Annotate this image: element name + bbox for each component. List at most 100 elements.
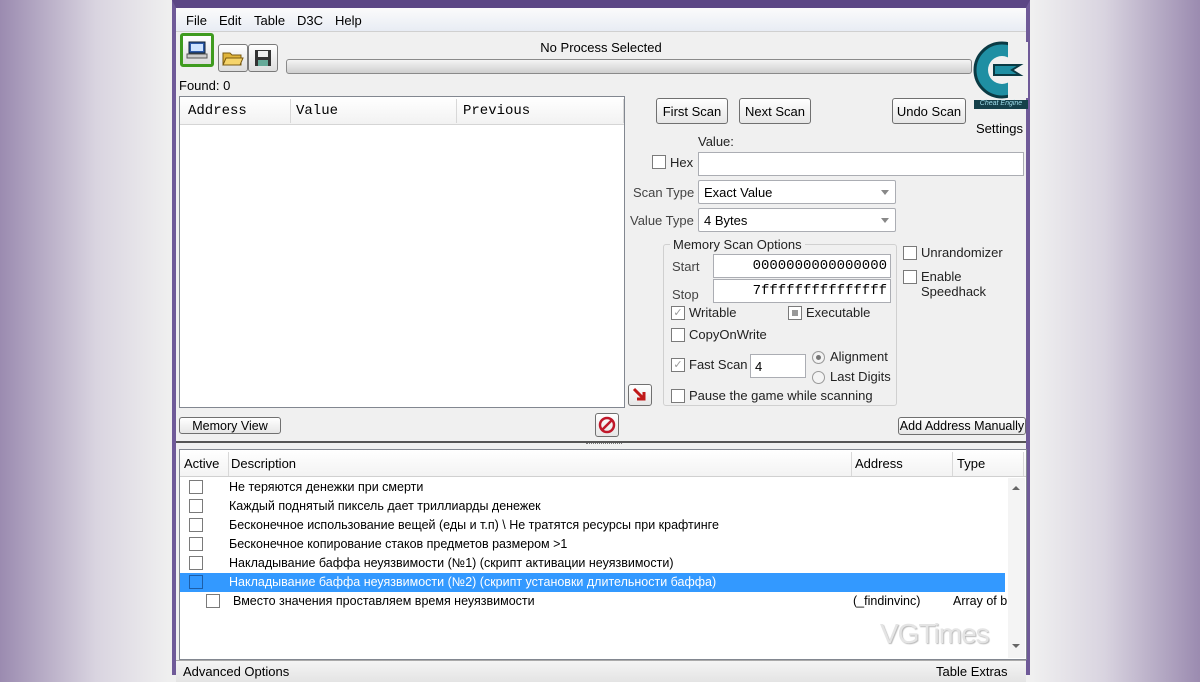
unrandomizer-label: Unrandomizer [921, 245, 1003, 260]
scan-results-list[interactable]: Address Value Previous [179, 96, 625, 408]
value-label: Value: [698, 134, 734, 149]
advanced-options-link[interactable]: Advanced Options [183, 664, 289, 679]
active-checkbox[interactable] [189, 575, 203, 589]
next-scan-button[interactable]: Next Scan [739, 98, 811, 124]
table-row-selected[interactable]: Накладывание баффа неуязвимости (№2) (ск… [180, 573, 1005, 592]
process-label: No Process Selected [540, 40, 662, 55]
menu-edit[interactable]: Edit [219, 13, 241, 28]
col-address[interactable]: Address [188, 103, 247, 119]
start-label: Start [672, 259, 700, 274]
table-row[interactable]: Вместо значения проставляем время неуязв… [180, 592, 1008, 611]
hex-label: Hex [670, 155, 694, 170]
undo-scan-button[interactable]: Undo Scan [892, 98, 966, 124]
logo-text: Cheat Engine [979, 100, 1023, 107]
status-bar: Advanced Options Table Extras [176, 660, 1026, 682]
alignment-label: Alignment [830, 349, 888, 364]
stop-address-input[interactable]: 7fffffffffffffff [713, 279, 891, 303]
cheat-engine-logo[interactable]: Cheat Engine [970, 34, 1031, 120]
writable-checkbox[interactable]: ✓ [671, 306, 685, 320]
menu-file[interactable]: File [186, 13, 207, 28]
col-address[interactable]: Address [855, 456, 903, 471]
watermark: VGTimes [880, 618, 990, 649]
pause-game-checkbox[interactable] [671, 389, 685, 403]
active-checkbox[interactable] [189, 480, 203, 494]
col-description[interactable]: Description [231, 456, 296, 471]
fast-scan-checkbox[interactable]: ✓ [671, 358, 685, 372]
scan-type-label: Scan Type [633, 185, 695, 200]
row-description: Накладывание баффа неуязвимости (№2) (ск… [229, 575, 717, 589]
cheat-table: Active Description Address Type Не теряю… [179, 449, 1027, 660]
vertical-scrollbar[interactable] [1008, 478, 1025, 658]
menu-d3c[interactable]: D3C [297, 13, 323, 28]
menu-bar: File Edit Table D3C Help [176, 8, 1026, 32]
start-address-input[interactable]: 0000000000000000 [713, 254, 891, 278]
chevron-down-icon [881, 218, 889, 223]
active-checkbox[interactable] [189, 518, 203, 532]
active-checkbox[interactable] [189, 499, 203, 513]
stop-clear-button[interactable] [595, 413, 619, 437]
menu-help[interactable]: Help [335, 13, 362, 28]
hex-checkbox[interactable] [652, 155, 666, 169]
scan-progress-bar [286, 59, 972, 74]
row-type: Array of b [953, 594, 1008, 608]
row-description: Вместо значения проставляем время неуязв… [233, 594, 535, 608]
col-value[interactable]: Value [296, 103, 338, 119]
scan-type-select[interactable]: Exact Value [698, 180, 896, 204]
cheat-table-header: Active Description Address Type [180, 450, 1026, 477]
last-digits-label: Last Digits [830, 369, 891, 384]
table-row[interactable]: Накладывание баффа неуязвимости (№1) (ск… [180, 554, 1005, 573]
scan-type-value: Exact Value [704, 185, 773, 200]
add-address-manually-button[interactable]: Add Address Manually [898, 417, 1026, 435]
add-selected-to-list-button[interactable] [628, 384, 652, 406]
memory-view-button[interactable]: Memory View [179, 417, 281, 434]
first-scan-button[interactable]: First Scan [656, 98, 728, 124]
chevron-down-icon [881, 190, 889, 195]
value-type-value: 4 Bytes [704, 213, 748, 228]
table-row[interactable]: Каждый поднятый пиксель дает триллиарды … [180, 497, 1005, 516]
col-previous[interactable]: Previous [463, 103, 530, 119]
active-checkbox[interactable] [206, 594, 220, 608]
row-description: Бесконечное использование вещей (еды и т… [229, 518, 719, 532]
unrandomizer-checkbox[interactable] [903, 246, 917, 260]
row-address: (_findinvinc) [853, 594, 921, 608]
stop-label: Stop [672, 287, 699, 302]
results-header: Address Value Previous [180, 97, 624, 125]
active-checkbox[interactable] [189, 537, 203, 551]
splitter-grip[interactable] [586, 443, 622, 446]
red-arrow-down-right-icon [632, 387, 646, 401]
found-count: Found: 0 [179, 78, 231, 93]
value-input[interactable] [698, 152, 1024, 176]
row-description: Каждый поднятый пиксель дает триллиарды … [229, 499, 541, 513]
alignment-radio[interactable] [812, 351, 825, 364]
row-description: Бесконечное копирование стаков предметов… [229, 537, 568, 551]
table-row[interactable]: Бесконечное использование вещей (еды и т… [180, 516, 1005, 535]
executable-label: Executable [806, 305, 871, 320]
table-row[interactable]: Не теряются денежки при смерти [180, 478, 1005, 497]
executable-checkbox[interactable] [788, 306, 802, 320]
table-extras-link[interactable]: Table Extras [936, 664, 1008, 679]
cheat-engine-window: File Edit Table D3C Help No Process Sele… [172, 0, 1031, 682]
row-description: Накладывание баффа неуязвимости (№1) (ск… [229, 556, 674, 570]
table-row[interactable]: Бесконечное копирование стаков предметов… [180, 535, 1005, 554]
scroll-down-arrow-icon[interactable] [1012, 644, 1020, 648]
col-type[interactable]: Type [957, 456, 985, 471]
value-type-label: Value Type [630, 213, 694, 228]
row-description: Не теряются денежки при смерти [229, 480, 424, 494]
speedhack-checkbox[interactable] [903, 270, 917, 284]
fast-scan-label: Fast Scan [689, 357, 748, 372]
settings-link[interactable]: Settings [976, 121, 1023, 136]
speedhack-label: Enable Speedhack [921, 269, 987, 299]
fast-scan-input[interactable]: 4 [750, 354, 806, 378]
copy-on-write-checkbox[interactable] [671, 328, 685, 342]
active-checkbox[interactable] [189, 556, 203, 570]
pause-game-label: Pause the game while scanning [689, 388, 873, 403]
copy-on-write-label: CopyOnWrite [689, 327, 767, 342]
value-type-select[interactable]: 4 Bytes [698, 208, 896, 232]
col-active[interactable]: Active [184, 456, 219, 471]
cheat-engine-logo-icon [973, 41, 1031, 109]
menu-table[interactable]: Table [254, 13, 285, 28]
writable-label: Writable [689, 305, 737, 320]
memory-scan-options-title: Memory Scan Options [670, 237, 805, 252]
last-digits-radio[interactable] [812, 371, 825, 384]
scroll-up-arrow-icon[interactable] [1012, 486, 1020, 490]
